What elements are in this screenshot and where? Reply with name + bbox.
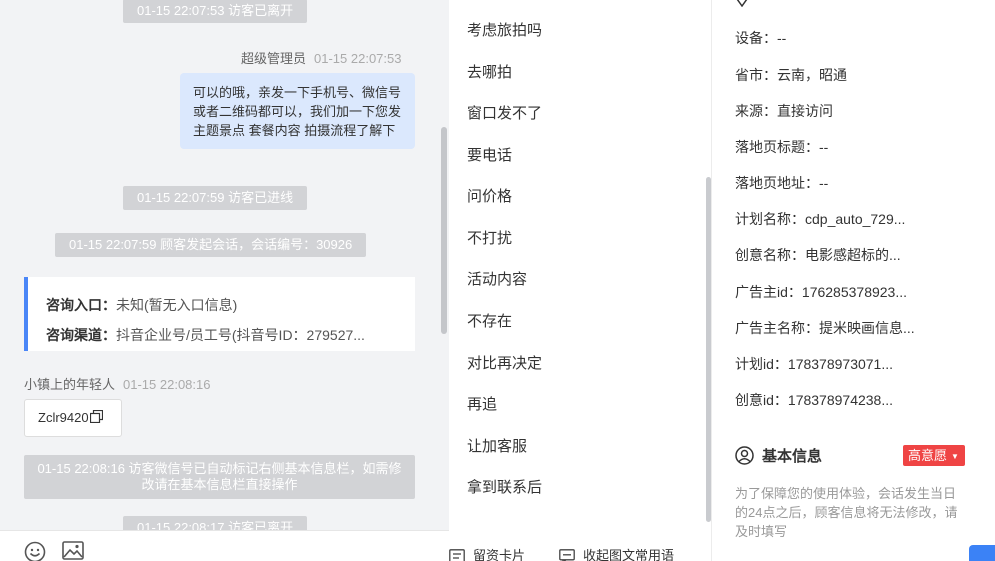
consult-entry-label: 咨询入口： (46, 297, 116, 313)
visitor-message-time: 01-15 22:08:16 (123, 377, 211, 392)
info-value: 电影感超标的... (805, 247, 901, 263)
visitor-message-text: Zclr9420 (38, 410, 89, 425)
quick-reply-scrollbar[interactable] (706, 177, 711, 522)
quick-reply-item[interactable]: 让加客服 (467, 435, 527, 456)
info-key: 创意id： (735, 392, 788, 408)
visitor-info-panel: 设备：-- 省市：云南，昭通 来源：直接访问 落地页标题：-- 落地页地址：--… (713, 0, 995, 561)
location-icon (735, 0, 749, 10)
image-icon[interactable] (62, 541, 84, 561)
info-row-source: 来源：直接访问 (735, 101, 833, 121)
info-row-landing-url: 落地页地址：-- (735, 173, 828, 193)
chat-message-list[interactable]: 01-15 22:07:53 访客已离开 超级管理员 01-15 22:07:53… (0, 0, 449, 530)
quick-reply-item[interactable]: 要电话 (467, 144, 512, 165)
basic-info-title: 基本信息 (762, 448, 823, 465)
quick-reply-item[interactable]: 不存在 (467, 310, 512, 331)
info-key: 计划id： (735, 356, 788, 372)
info-row-advertiser-name: 广告主名称：提米映画信息... (735, 318, 915, 338)
system-event-auto-mark: 01-15 22:08:16 访客微信号已自动标记右侧基本信息栏，如需修改请在基… (24, 455, 415, 499)
info-key: 设备： (735, 30, 777, 46)
system-event-visitor-left-2: 01-15 22:08:17 访客已离开 (123, 516, 308, 530)
admin-message-time: 01-15 22:07:53 (314, 51, 402, 66)
collapse-phrases-label: 收起图文常用语 (583, 548, 675, 561)
caret-down-icon: ▼ (951, 452, 959, 461)
basic-info-header: 基本信息 (735, 445, 822, 469)
consult-channel-value: 抖音企业号/员工号(抖音号ID：279527... (116, 327, 365, 343)
info-row-device: 设备：-- (735, 28, 786, 48)
consult-info-card: 咨询入口：未知(暂无入口信息) 咨询渠道：抖音企业号/员工号(抖音号ID：279… (24, 277, 415, 351)
info-row-plan-name: 计划名称：cdp_auto_729... (735, 209, 905, 229)
quick-reply-item[interactable]: 考虑旅拍吗 (467, 19, 542, 40)
visitor-name: 小镇上的年轻人 (24, 377, 116, 392)
system-event-visitor-left: 01-15 22:07:53 访客已离开 (123, 0, 308, 23)
system-event-session-start: 01-15 22:07:59 顾客发起会话，会话编号：30926 (55, 233, 367, 257)
info-row-plan-id: 计划id：178378973071... (735, 354, 893, 374)
info-value: 176285378923... (801, 284, 908, 300)
chat-scrollbar[interactable] (441, 127, 447, 334)
info-key: 广告主名称： (735, 320, 819, 336)
consult-channel-row: 咨询渠道：抖音企业号/员工号(抖音号ID：279527... (46, 320, 415, 350)
info-value: 178378973071... (787, 356, 894, 372)
info-row-advertiser-id: 广告主id：176285378923... (735, 282, 907, 302)
quick-reply-item[interactable]: 窗口发不了 (467, 102, 542, 123)
chat-panel: 01-15 22:07:53 访客已离开 超级管理员 01-15 22:07:53… (0, 0, 449, 561)
emoji-icon[interactable] (24, 541, 46, 561)
info-value: 直接访问 (777, 103, 833, 119)
user-icon (735, 446, 754, 469)
info-value: -- (777, 30, 787, 46)
system-event-visitor-online: 01-15 22:07:59 访客已进线 (123, 186, 308, 210)
visitor-message-bubble[interactable]: Zclr9420 (24, 399, 122, 437)
info-value: 178378974238... (787, 392, 894, 408)
quick-reply-panel: 考虑旅拍吗 去哪拍 窗口发不了 要电话 问价格 不打扰 活动内容 不存在 对比再… (449, 0, 712, 561)
info-value: -- (819, 139, 829, 155)
quick-reply-item[interactable]: 问价格 (467, 185, 512, 206)
collapse-phrases-button[interactable]: 收起图文常用语 (559, 545, 674, 561)
info-key: 落地页地址： (735, 175, 819, 191)
card-icon (449, 549, 465, 561)
info-row-creative-name: 创意名称：电影感超标的... (735, 245, 901, 265)
info-row-creative-id: 创意id：178378974238... (735, 390, 893, 410)
intent-level-label: 高意愿 (908, 448, 948, 463)
info-value: 云南，昭通 (777, 67, 847, 83)
intent-level-dropdown[interactable]: 高意愿 ▼ (903, 445, 965, 466)
consult-entry-value: 未知(暂无入口信息) (116, 297, 238, 313)
quick-reply-item[interactable]: 对比再决定 (467, 352, 542, 373)
info-key: 来源： (735, 103, 777, 119)
info-key: 计划名称： (735, 211, 805, 227)
copy-icon[interactable] (89, 401, 103, 437)
admin-name: 超级管理员 (241, 51, 307, 66)
info-value: 提米映画信息... (819, 320, 915, 336)
consult-entry-row: 咨询入口：未知(暂无入口信息) (46, 290, 415, 320)
message-icon (559, 549, 575, 561)
admin-message-bubble: 可以的哦，亲发一下手机号、微信号或者二维码都可以，我们加一下您发主题景点 套餐内… (180, 73, 415, 149)
chat-input-toolbar (0, 530, 449, 561)
quick-reply-item[interactable]: 去哪拍 (467, 61, 512, 82)
info-value: cdp_auto_729... (805, 211, 906, 227)
admin-sender-line: 超级管理员 01-15 22:07:53 (241, 48, 401, 67)
floating-action-button[interactable] (969, 545, 995, 561)
quick-reply-item[interactable]: 不打扰 (467, 227, 512, 248)
info-row-province: 省市：云南，昭通 (735, 65, 847, 85)
lead-card-button[interactable]: 留资卡片 (449, 545, 525, 561)
quick-reply-item[interactable]: 拿到联系后 (467, 476, 542, 497)
info-value: -- (819, 175, 829, 191)
quick-reply-item[interactable]: 活动内容 (467, 268, 527, 289)
info-key: 广告主id： (735, 284, 802, 300)
edit-deadline-note: 为了保障您的使用体验，会话发生当日的24点之后，顾客信息将无法修改，请及时填写 (735, 486, 958, 539)
info-row-landing-title: 落地页标题：-- (735, 137, 828, 157)
info-key: 省市： (735, 67, 777, 83)
info-key: 创意名称： (735, 247, 805, 263)
lead-card-label: 留资卡片 (473, 548, 526, 561)
visitor-sender-line: 小镇上的年轻人 01-15 22:08:16 (24, 374, 210, 393)
info-key: 落地页标题： (735, 139, 819, 155)
consult-channel-label: 咨询渠道： (46, 327, 116, 343)
quick-reply-item[interactable]: 再追 (467, 393, 497, 414)
